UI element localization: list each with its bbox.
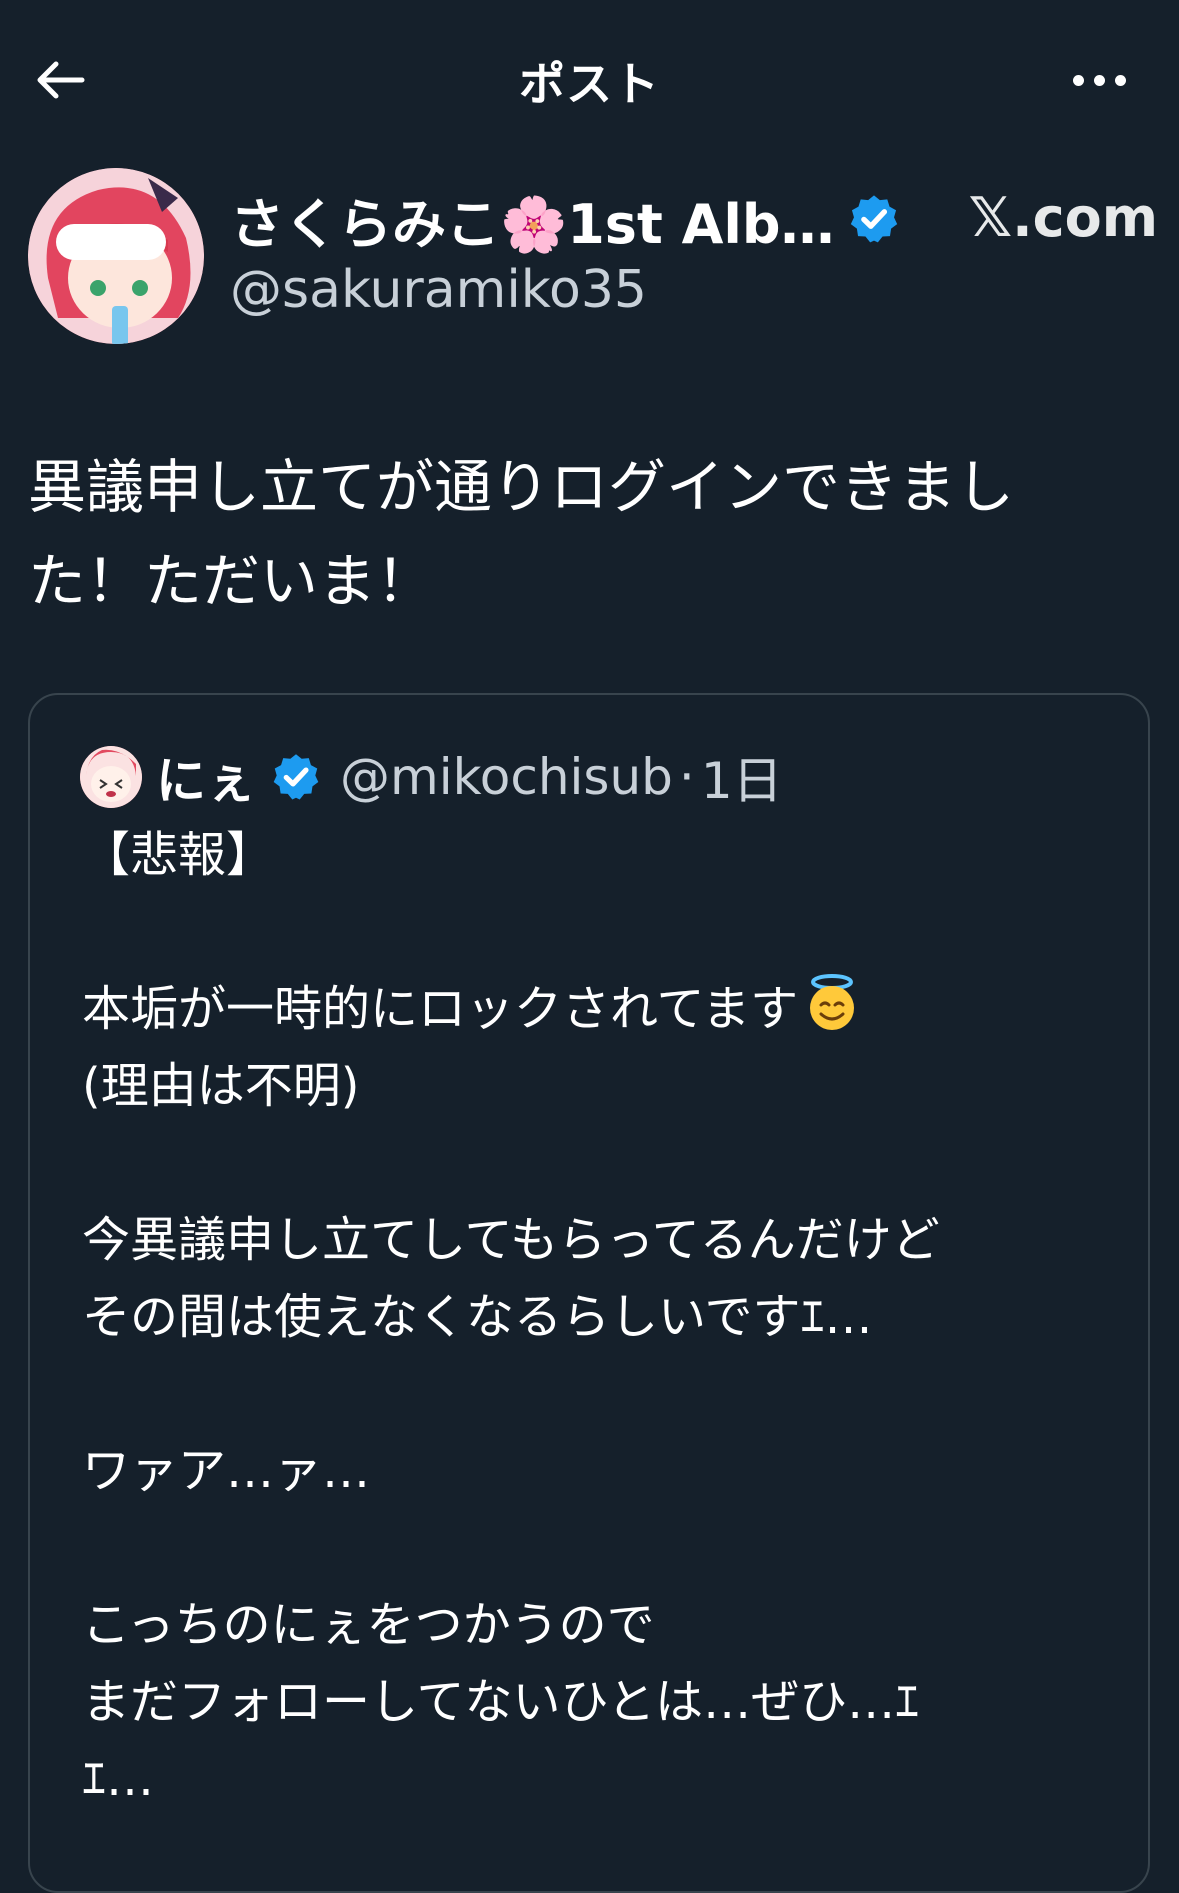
quoted-line [82, 894, 1122, 971]
quoted-post-time[interactable]: 1日 [701, 741, 783, 813]
author-handle[interactable]: @sakuramiko35 [230, 260, 647, 320]
more-horizontal-icon [1072, 74, 1084, 86]
quoted-post-card[interactable]: にぇ @mikochisub · 1日 【悲報】 本垢が一時的にロックされてます… [28, 693, 1150, 1893]
quoted-line [82, 1125, 1122, 1202]
quoted-avatar-illustration [80, 746, 142, 808]
quoted-line: まだフォローしてないひとは…ぜひ…ｴ [82, 1674, 920, 1730]
quoted-author-avatar[interactable] [80, 746, 142, 808]
avatar[interactable] [28, 168, 204, 344]
quoted-line: ｴ… [82, 1751, 155, 1807]
x-brand-label: 𝕏.com [968, 186, 1158, 249]
quoted-post-header: にぇ @mikochisub · 1日 [80, 745, 783, 810]
quoted-line-text: 本垢が一時的にロックされてます [82, 981, 799, 1037]
quoted-line [82, 1510, 1122, 1587]
post-author-header: さくらみこ🌸1st Alb… 𝕏.com @sakuramiko35 [28, 168, 1158, 348]
smiling-face-with-halo-emoji [810, 974, 855, 1030]
quoted-line [82, 1356, 1122, 1433]
post-text: 異議申し立てが通りログインできまし た！ただいま！ [28, 453, 1015, 615]
avatar-illustration [28, 168, 204, 344]
quoted-line: その間は使えなくなるらしいですｴ… [82, 1289, 873, 1345]
quoted-post-body: 【悲報】 本垢が一時的にロックされてます (理由は不明) 今異議申し立てしてもら… [82, 817, 1122, 1818]
quoted-line: こっちのにぇをつかうので [82, 1597, 655, 1653]
quoted-line: ワァア…ァ… [82, 1443, 371, 1499]
quoted-author-handle[interactable]: @mikochisub [340, 748, 673, 806]
author-display-name[interactable]: さくらみこ🌸1st Alb… [230, 180, 835, 259]
page-title: ポスト [519, 57, 660, 111]
quoted-line: 今異議申し立てしてもらってるんだけど [82, 1212, 940, 1268]
quoted-line-with-emoji: 本垢が一時的にロックされてます [82, 971, 1122, 1048]
author-name-row: さくらみこ🌸1st Alb… [230, 182, 901, 256]
verified-badge-icon [850, 195, 897, 243]
quoted-line: 【悲報】 [82, 827, 275, 883]
top-navigation-bar: ポスト [0, 0, 1179, 160]
more-options-button[interactable] [1059, 56, 1139, 104]
verified-badge-icon [273, 754, 319, 800]
quoted-line: (理由は不明) [82, 1058, 360, 1114]
meta-separator: · [678, 748, 695, 806]
quoted-author-name[interactable]: にぇ [156, 741, 256, 813]
